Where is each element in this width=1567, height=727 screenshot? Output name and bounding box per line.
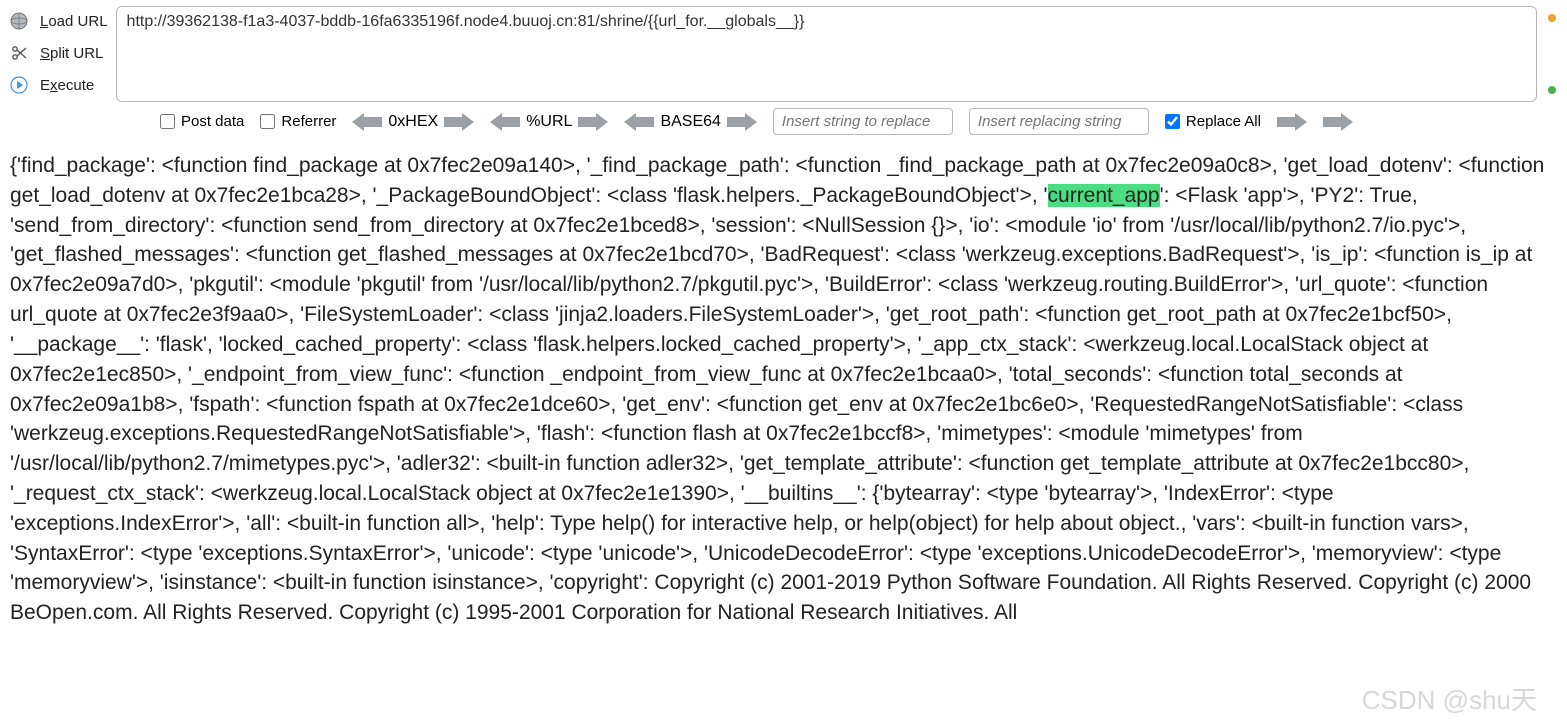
- arrow-left-icon[interactable]: [352, 113, 382, 131]
- arrow-right-icon[interactable]: [727, 113, 757, 131]
- status-dot-orange: [1548, 14, 1556, 22]
- urlenc-label: %URL: [526, 113, 572, 131]
- options-row: Post data Referrer 0xHEX %URL BASE64 Rep…: [0, 102, 1567, 143]
- execute-row[interactable]: Execute: [8, 72, 108, 98]
- load-url-row[interactable]: Load URL: [8, 8, 108, 34]
- post-data-input[interactable]: [160, 114, 175, 129]
- hex-label: 0xHEX: [388, 113, 438, 131]
- arrow-right-icon[interactable]: [1277, 113, 1307, 131]
- toolbar: Load URL Split URL Execute: [0, 0, 1567, 102]
- url-encode-group[interactable]: %URL: [490, 113, 608, 131]
- play-icon: [8, 74, 30, 96]
- arrow-right-icon[interactable]: [444, 113, 474, 131]
- watermark: CSDN @shu天: [1362, 680, 1537, 717]
- scissors-icon: [8, 42, 30, 64]
- replace-all-input[interactable]: [1165, 114, 1180, 129]
- highlighted-text: current_app: [1048, 184, 1160, 207]
- arrow-left-icon[interactable]: [624, 113, 654, 131]
- replace-from-input[interactable]: [773, 108, 953, 135]
- hex-encode-group[interactable]: 0xHEX: [352, 113, 474, 131]
- split-url-row[interactable]: Split URL: [8, 40, 108, 66]
- post-data-label: Post data: [181, 113, 244, 130]
- referrer-checkbox[interactable]: Referrer: [260, 113, 336, 130]
- base64-label: BASE64: [660, 113, 720, 131]
- base64-encode-group[interactable]: BASE64: [624, 113, 756, 131]
- execute-label[interactable]: Execute: [40, 77, 94, 94]
- action-column: Load URL Split URL Execute: [8, 6, 108, 102]
- referrer-label: Referrer: [281, 113, 336, 130]
- right-indicators: [1545, 6, 1559, 102]
- replace-all-checkbox[interactable]: Replace All: [1165, 113, 1261, 130]
- body-post: ': <Flask 'app'>, 'PY2': True, 'send_fro…: [10, 184, 1532, 624]
- split-url-label[interactable]: Split URL: [40, 45, 103, 62]
- url-input[interactable]: [116, 6, 1537, 102]
- replace-all-label: Replace All: [1186, 113, 1261, 130]
- replace-to-input[interactable]: [969, 108, 1149, 135]
- load-url-label[interactable]: Load URL: [40, 13, 108, 30]
- arrow-left-icon[interactable]: [490, 113, 520, 131]
- post-data-checkbox[interactable]: Post data: [160, 113, 244, 130]
- status-dot-green: [1548, 86, 1556, 94]
- referrer-input[interactable]: [260, 114, 275, 129]
- arrow-right-icon[interactable]: [1323, 113, 1353, 131]
- url-wrap: [116, 6, 1537, 102]
- response-body: {'find_package': <function find_package …: [0, 143, 1567, 636]
- globe-icon: [8, 10, 30, 32]
- arrow-right-icon[interactable]: [578, 113, 608, 131]
